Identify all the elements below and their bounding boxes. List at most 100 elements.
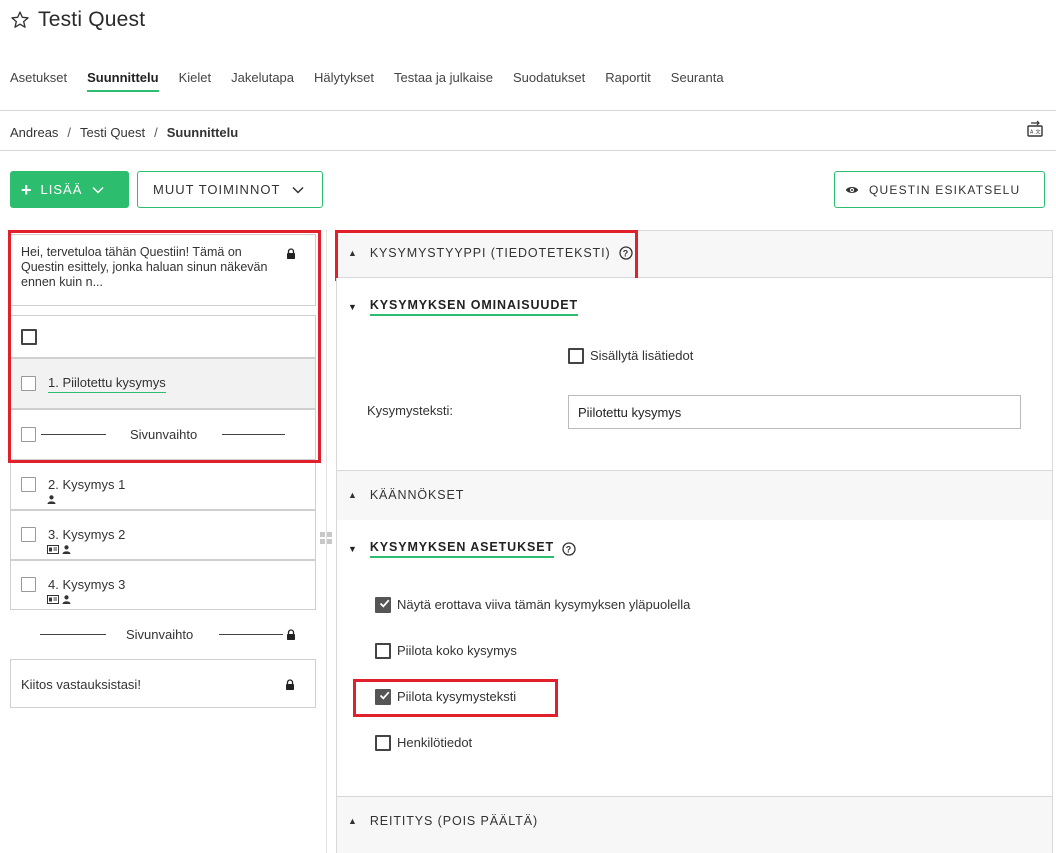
more-actions-button[interactable]: MUUT TOIMINNOT — [137, 171, 323, 208]
help-icon[interactable]: ? — [562, 542, 576, 556]
triangle-down-icon: ▼ — [348, 302, 358, 312]
preview-button[interactable]: QUESTIN ESIKATSELU — [834, 171, 1045, 208]
question-item-3[interactable]: 3. Kysymys 2 — [10, 510, 316, 560]
translations-header[interactable]: ▲ KÄÄNNÖKSET — [348, 488, 464, 502]
page-break-label: Sivunvaihto — [126, 627, 194, 642]
settings-section — [336, 520, 1053, 797]
properties-header[interactable]: ▼ KYSYMYKSEN OMINAISUUDET — [348, 298, 579, 316]
tab-seuranta[interactable]: Seuranta — [671, 70, 724, 92]
question-icons — [47, 595, 71, 604]
select-all-checkbox[interactable] — [21, 329, 37, 345]
nav-divider — [0, 110, 1056, 111]
title-row: Testi Quest — [10, 6, 145, 34]
hide-question-label: Piilota koko kysymys — [397, 643, 517, 658]
show-divider-checkbox[interactable] — [375, 597, 391, 613]
include-extra-checkbox[interactable] — [568, 348, 584, 364]
tab-suodatukset[interactable]: Suodatukset — [513, 70, 585, 92]
select-all-row — [10, 315, 316, 358]
tab-kielet[interactable]: Kielet — [179, 70, 212, 92]
hide-question-text-checkbox[interactable] — [375, 689, 391, 705]
add-button-label: LISÄÄ — [40, 182, 83, 197]
hide-question-checkbox[interactable] — [375, 643, 391, 659]
question-label: 1. Piilotettu kysymys — [48, 375, 166, 393]
outro-card[interactable]: Kiitos vastauksistasi! — [10, 659, 316, 708]
question-checkbox[interactable] — [21, 577, 36, 592]
routing-label: REITITYS (POIS PÄÄLTÄ) — [369, 814, 539, 828]
tab-raportit[interactable]: Raportit — [605, 70, 651, 92]
settings-header[interactable]: ▼ KYSYMYKSEN ASETUKSET ? — [348, 540, 576, 558]
translations-label: KÄÄNNÖKSET — [369, 488, 465, 502]
question-label: 2. Kysymys 1 — [48, 477, 126, 492]
person-icon — [62, 545, 71, 554]
breadcrumb-separator: / — [67, 124, 72, 140]
outro-text: Kiitos vastauksistasi! — [21, 677, 141, 692]
id-card-icon — [47, 595, 59, 604]
tab-halytykset[interactable]: Hälytykset — [314, 70, 374, 92]
question-type-label: KYSYMYSTYYPPI (TIEDOTETEKSTI) — [369, 246, 611, 260]
show-divider-label: Näytä erottava viiva tämän kysymyksen yl… — [397, 597, 691, 612]
page-break-line — [40, 634, 106, 635]
page-break-line — [219, 634, 283, 635]
personal-data-label: Henkilötiedot — [397, 735, 473, 750]
page-break-line — [41, 434, 106, 435]
question-checkbox[interactable] — [21, 527, 36, 542]
question-label: 3. Kysymys 2 — [48, 527, 126, 542]
breadcrumb-separator: / — [154, 124, 158, 140]
page-title: Testi Quest — [38, 8, 146, 31]
person-icon — [47, 495, 56, 504]
svg-text:?: ? — [622, 248, 628, 258]
routing-header[interactable]: ▲ REITITYS (POIS PÄÄLTÄ) — [348, 814, 538, 828]
preview-button-label: QUESTIN ESIKATSELU — [869, 182, 1021, 197]
question-checkbox[interactable] — [21, 376, 36, 391]
lock-icon — [286, 679, 294, 690]
star-icon[interactable] — [10, 10, 30, 30]
question-item-4[interactable]: 4. Kysymys 3 — [10, 560, 316, 610]
tab-asetukset[interactable]: Asetukset — [10, 70, 67, 92]
checkmark-icon — [379, 599, 390, 608]
svg-text:文: 文 — [1036, 129, 1041, 136]
triangle-up-icon: ▲ — [348, 248, 358, 258]
question-text-input[interactable] — [568, 395, 1021, 429]
svg-text:?: ? — [566, 544, 572, 554]
question-item-2[interactable]: 2. Kysymys 1 — [10, 460, 316, 510]
personal-data-checkbox[interactable] — [375, 735, 391, 751]
question-type-header[interactable]: ▲ KYSYMYSTYYPPI (TIEDOTETEKSTI) ? — [348, 246, 633, 260]
page-break-checkbox[interactable] — [21, 427, 36, 442]
question-icons — [47, 545, 71, 554]
add-button[interactable]: + LISÄÄ — [10, 171, 129, 208]
chevron-down-icon — [292, 186, 304, 194]
breadcrumb-item-quest[interactable]: Testi Quest — [80, 125, 145, 140]
breadcrumb-item-current: Suunnittelu — [166, 124, 239, 140]
intro-text: Hei, tervetuloa tähän Questiin! Tämä on … — [21, 245, 268, 289]
more-actions-label: MUUT TOIMINNOT — [153, 182, 281, 197]
id-card-icon — [47, 545, 59, 554]
svg-text:A: A — [1030, 130, 1034, 136]
breadcrumb: Andreas / Testi Quest / Suunnittelu — [10, 123, 238, 141]
eye-icon — [845, 186, 859, 193]
breadcrumb-divider — [0, 150, 1056, 151]
resize-grip-icon[interactable] — [320, 532, 332, 544]
question-checkbox[interactable] — [21, 477, 36, 492]
lock-icon — [287, 248, 295, 259]
translate-icon[interactable]: A 文 — [1025, 118, 1045, 138]
breadcrumb-item-andreas[interactable]: Andreas — [10, 125, 58, 140]
settings-label: KYSYMYKSEN ASETUKSET — [369, 540, 555, 558]
plus-icon: + — [21, 179, 33, 200]
properties-label: KYSYMYKSEN OMINAISUUDET — [369, 298, 579, 316]
question-item-1[interactable]: 1. Piilotettu kysymys — [10, 358, 316, 409]
triangle-up-icon: ▲ — [348, 490, 358, 500]
hide-question-text-label: Piilota kysymysteksti — [397, 689, 517, 704]
question-label: 4. Kysymys 3 — [48, 577, 126, 592]
page-break-line — [222, 434, 285, 435]
help-icon[interactable]: ? — [618, 246, 633, 260]
triangle-down-icon: ▼ — [348, 544, 358, 554]
checkmark-icon — [379, 691, 390, 700]
tab-jakelutapa[interactable]: Jakelutapa — [231, 70, 294, 92]
tab-suunnittelu[interactable]: Suunnittelu — [87, 70, 159, 92]
lock-icon — [287, 629, 295, 640]
question-icons — [47, 495, 56, 504]
tab-testaa-ja-julkaise[interactable]: Testaa ja julkaise — [394, 70, 493, 92]
intro-card[interactable]: Hei, tervetuloa tähän Questiin! Tämä on … — [10, 234, 316, 306]
page-break-item[interactable]: Sivunvaihto — [10, 409, 316, 460]
page-break-label: Sivunvaihto — [130, 427, 198, 442]
